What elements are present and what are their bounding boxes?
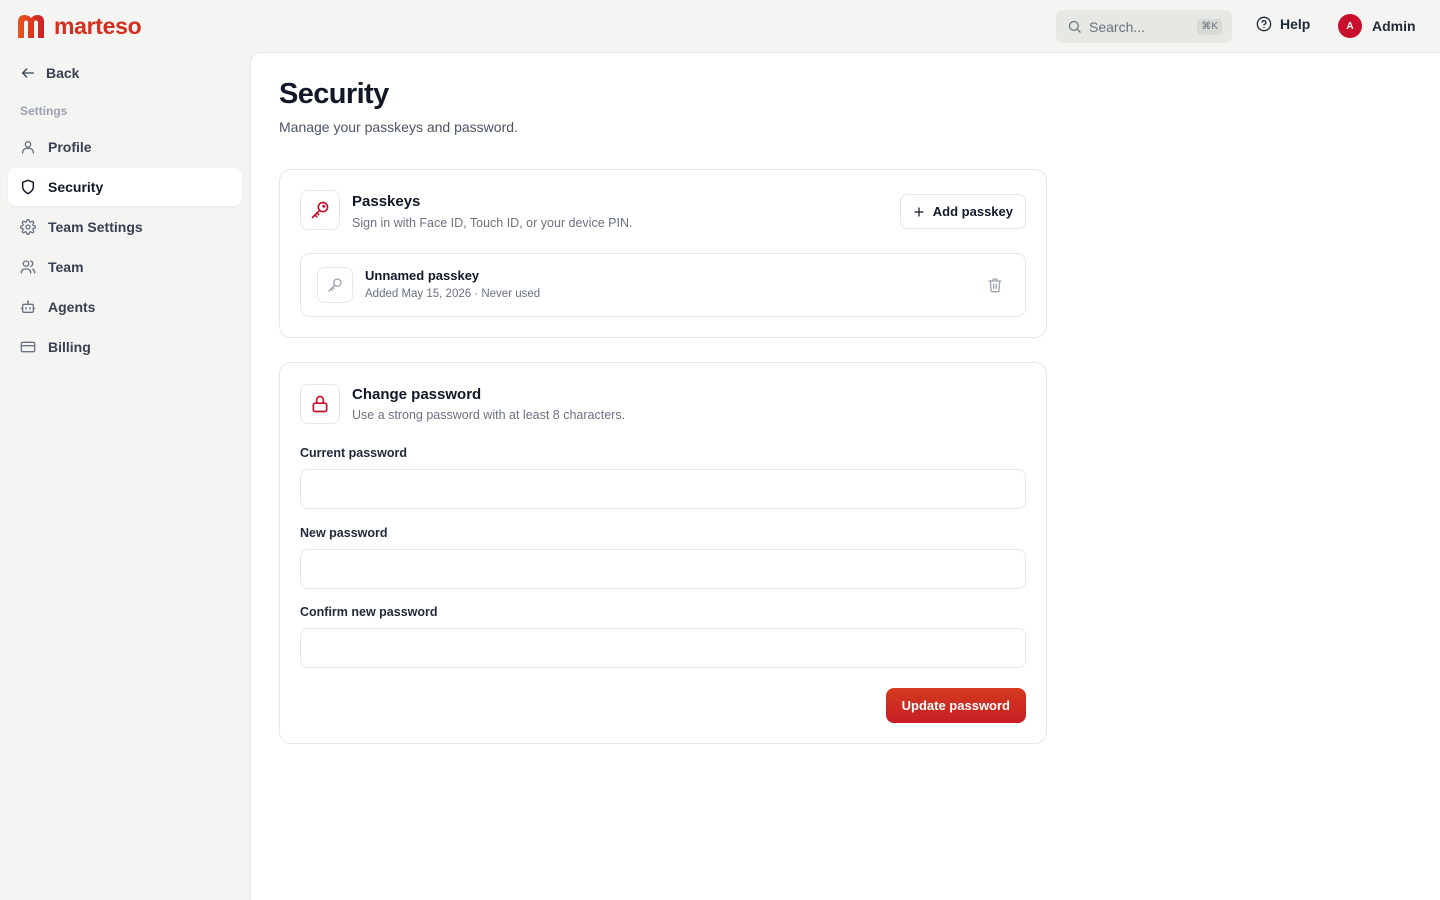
sidebar-item-label: Team Settings [48, 219, 143, 235]
sidebar-item-label: Profile [48, 139, 92, 155]
user-icon [22, 141, 34, 154]
search-bar[interactable]: Search... ⌘K [1056, 10, 1232, 43]
new-password-field[interactable] [300, 549, 1026, 589]
main-content: Security Manage your passkeys and passwo… [251, 53, 1440, 900]
passkey-list-item: Unnamed passkey Added May 15, 2026 · Nev… [300, 253, 1026, 317]
change-password-card: Change password Use a strong password wi… [279, 362, 1047, 744]
help-button[interactable]: Help [1256, 16, 1310, 32]
trash-icon [988, 278, 1002, 293]
add-passkey-label: Add passkey [932, 204, 1013, 219]
top-bar: marteso Search... ⌘K Help A Admin [0, 0, 1440, 52]
password-description: Use a strong password with at least 8 ch… [352, 408, 626, 422]
new-password-label: New password [300, 526, 388, 540]
update-password-button[interactable]: Update password [885, 688, 1026, 723]
key-icon [328, 278, 342, 292]
marteso-logo-icon [18, 15, 44, 38]
current-password-field[interactable] [300, 469, 1026, 509]
sidebar-item-team[interactable]: Team [8, 248, 242, 286]
add-passkey-button[interactable]: Add passkey [899, 194, 1026, 229]
brand-name: marteso [54, 13, 142, 39]
passkey-meta: Added May 15, 2026 · Never used [365, 288, 541, 300]
sidebar-nav: Profile Security Team Settings Team Agen… [8, 128, 242, 368]
back-link[interactable]: Back [20, 65, 79, 81]
passkeys-title: Passkeys [352, 193, 421, 210]
passkeys-card: Passkeys Sign in with Face ID, Touch ID,… [279, 169, 1047, 338]
sidebar-section-label: Settings [20, 104, 68, 118]
page-title: Security [279, 78, 389, 110]
sidebar-item-profile[interactable]: Profile [8, 128, 242, 166]
help-circle-icon [1256, 16, 1272, 32]
back-label: Back [46, 65, 80, 81]
confirm-password-field[interactable] [300, 628, 1026, 668]
search-shortcut-badge: ⌘K [1197, 18, 1222, 35]
current-password-label: Current password [300, 446, 407, 460]
search-placeholder: Search... [1089, 18, 1146, 35]
key-icon [311, 201, 329, 219]
avatar: A [1338, 14, 1362, 38]
confirm-password-label: Confirm new password [300, 605, 438, 619]
delete-passkey-button[interactable] [985, 275, 1005, 295]
passkey-name: Unnamed passkey [365, 268, 480, 283]
sidebar-item-billing[interactable]: Billing [8, 328, 242, 366]
sidebar-item-team-settings[interactable]: Team Settings [8, 208, 242, 246]
password-icon-box [300, 384, 340, 424]
bot-icon [20, 300, 36, 313]
passkeys-description: Sign in with Face ID, Touch ID, or your … [352, 216, 633, 230]
sidebar-item-label: Agents [48, 299, 96, 315]
shield-icon [21, 179, 35, 195]
search-icon [1068, 20, 1081, 33]
user-name: Admin [1372, 18, 1416, 34]
sidebar-item-agents[interactable]: Agents [8, 288, 242, 326]
arrow-left-icon [22, 68, 34, 78]
credit-card-icon [20, 341, 36, 353]
plus-icon [914, 206, 924, 217]
passkey-item-icon-box [317, 267, 353, 303]
lock-icon [312, 395, 328, 413]
help-label: Help [1280, 16, 1311, 32]
brand-logo[interactable]: marteso [16, 13, 142, 39]
passkeys-icon-box [300, 190, 340, 230]
page-subtitle: Manage your passkeys and password. [279, 119, 518, 135]
sidebar-item-label: Billing [48, 339, 91, 355]
gear-icon [20, 219, 36, 235]
user-menu[interactable]: A Admin [1338, 14, 1416, 38]
sidebar-item-label: Team [48, 259, 84, 275]
sidebar-item-label: Security [48, 179, 104, 195]
password-title: Change password [352, 386, 482, 403]
sidebar-item-security[interactable]: Security [8, 168, 242, 206]
users-icon [20, 260, 36, 274]
sidebar: Back Settings Profile Security Team Sett… [0, 52, 250, 900]
